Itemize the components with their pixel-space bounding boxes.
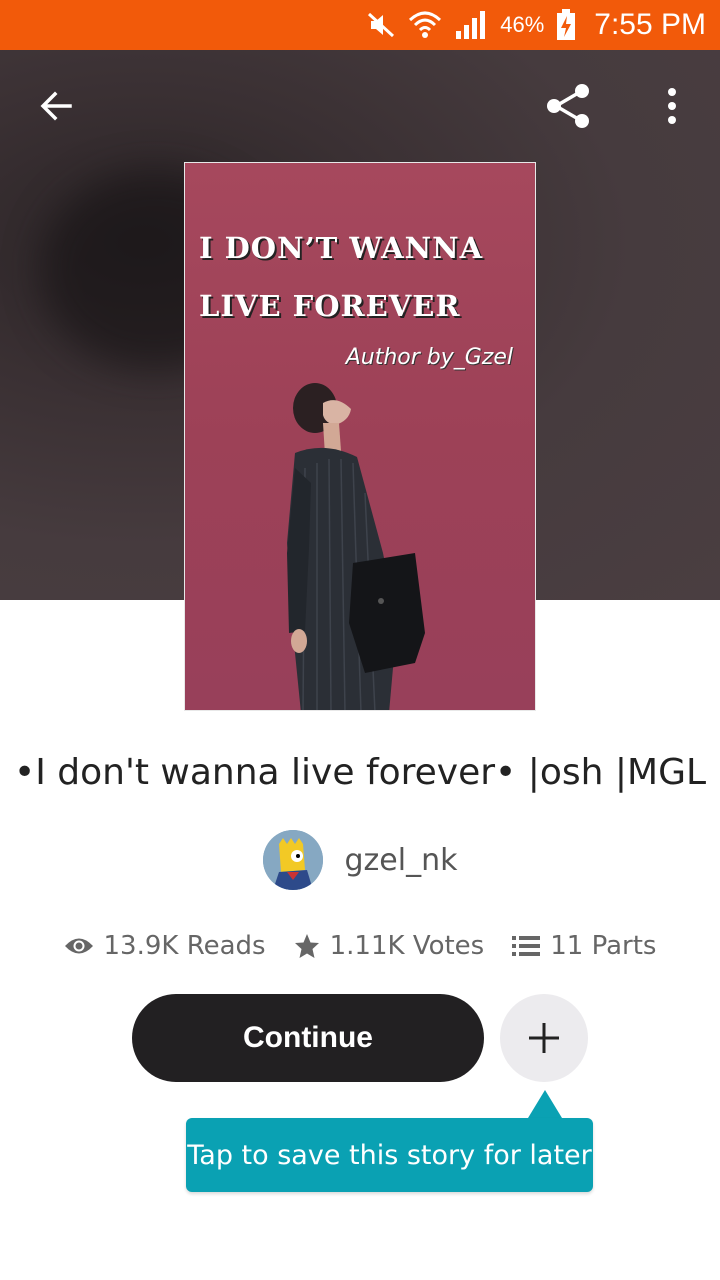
avatar[interactable] [262, 830, 323, 890]
eye-icon [64, 935, 94, 957]
clock: 7:55 PM [594, 8, 706, 41]
status-bar: 46% 7:55 PM [0, 0, 720, 50]
share-icon [547, 84, 589, 128]
cover-figure-illustration [287, 383, 425, 710]
author-name[interactable]: gzel_nk [345, 843, 458, 878]
cover-title-line2: LIVE FOREVER [199, 289, 461, 323]
votes-stat: 1.11K Votes [294, 931, 485, 961]
plus-icon [529, 1023, 559, 1053]
star-icon [294, 933, 320, 959]
more-vertical-icon [668, 88, 676, 124]
reads-count: 13.9K Reads [103, 931, 266, 961]
story-title: •I don't wanna live forever• |osh |MGL [13, 752, 707, 793]
tooltip-arrow [528, 1090, 562, 1118]
share-button[interactable] [540, 78, 596, 134]
author-avatar-image [262, 830, 323, 890]
battery-charging-icon [556, 9, 576, 41]
cover-title-line1: I DON’T WANNA [199, 231, 484, 265]
story-stats: 13.9K Reads 1.11K Votes 11 Parts [0, 924, 720, 968]
parts-count: 11 Parts [550, 931, 657, 961]
parts-stat: 11 Parts [512, 931, 656, 961]
add-to-library-button[interactable] [500, 994, 588, 1082]
back-button[interactable] [28, 78, 84, 134]
story-details-screen: 46% 7:55 PM I DON’T WANNA LIVE FOREVER A… [0, 0, 720, 1280]
arrow-left-icon [40, 91, 72, 121]
book-cover[interactable]: I DON’T WANNA LIVE FOREVER Author by_Gze… [184, 162, 536, 711]
signal-icon [454, 9, 488, 41]
more-options-button[interactable] [644, 78, 700, 134]
save-for-later-tooltip[interactable]: Tap to save this story for later [186, 1118, 593, 1192]
votes-count: 1.11K Votes [329, 931, 485, 961]
battery-percent: 46% [500, 12, 545, 37]
list-icon [512, 935, 541, 957]
author-row[interactable]: gzel_nk [0, 830, 720, 890]
continue-button[interactable]: Continue [132, 994, 484, 1082]
reads-stat: 13.9K Reads [64, 931, 266, 961]
wifi-icon [408, 8, 442, 42]
mute-icon [366, 11, 396, 39]
cover-author-text: Author by_Gzel [345, 345, 513, 370]
